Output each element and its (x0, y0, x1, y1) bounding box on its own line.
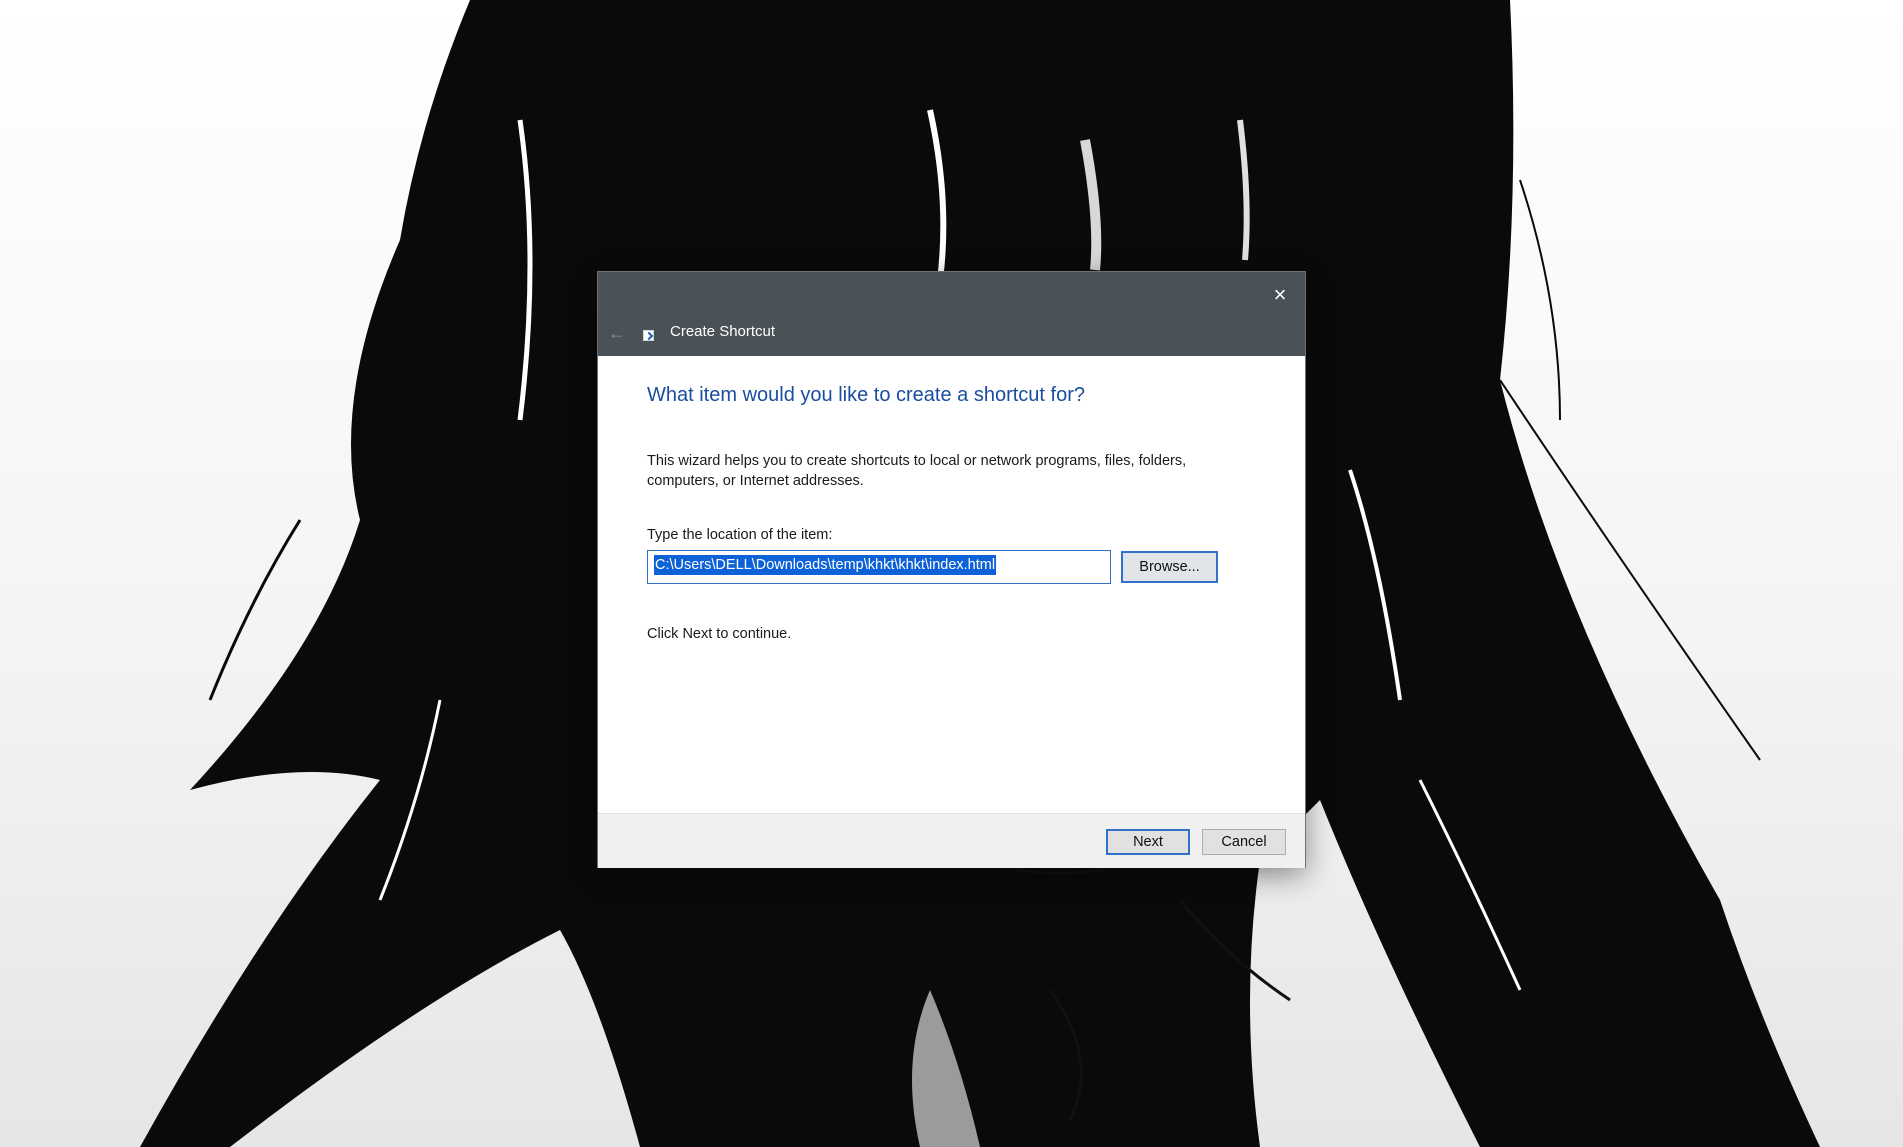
create-shortcut-dialog: × ← Create Shortcut What item would you … (598, 272, 1305, 868)
browse-button[interactable]: Browse... (1121, 551, 1218, 583)
close-icon[interactable]: × (1265, 280, 1295, 310)
next-button[interactable]: Next (1106, 829, 1190, 855)
location-label: Type the location of the item: (647, 527, 833, 543)
dialog-titlebar[interactable]: × ← Create Shortcut (598, 272, 1305, 356)
cancel-button[interactable]: Cancel (1202, 829, 1286, 855)
continue-hint: Click Next to continue. (647, 626, 792, 642)
back-arrow-icon[interactable]: ← (606, 322, 628, 344)
location-input-value[interactable]: C:\Users\DELL\Downloads\temp\khkt\khkt\i… (654, 555, 997, 575)
location-input[interactable]: C:\Users\DELL\Downloads\temp\khkt\khkt\i… (647, 550, 1111, 584)
dialog-footer: Next Cancel (598, 813, 1305, 868)
shortcut-icon (643, 330, 654, 341)
wizard-heading: What item would you like to create a sho… (647, 384, 1085, 406)
wizard-description: This wizard helps you to create shortcut… (647, 453, 1187, 489)
desktop: × ← Create Shortcut What item would you … (0, 0, 1903, 1147)
dialog-title: Create Shortcut (670, 323, 776, 340)
